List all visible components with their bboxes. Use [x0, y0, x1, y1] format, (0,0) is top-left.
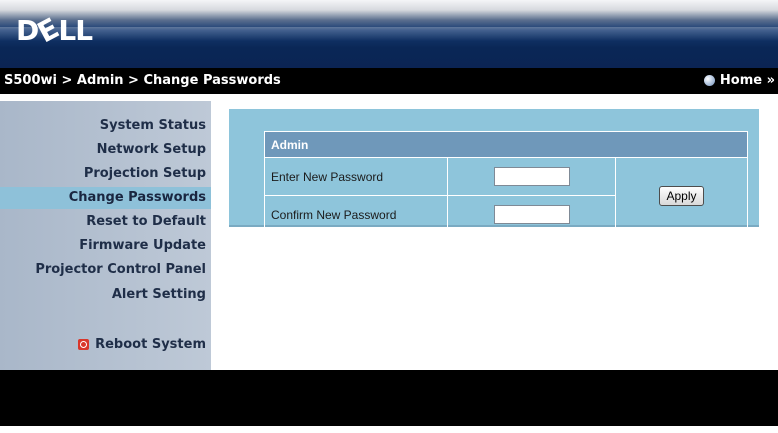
sidebar: System Status Network Setup Projection S…	[0, 101, 211, 370]
admin-password-table: Admin Enter New Password Apply Confirm N…	[264, 131, 748, 234]
confirm-password-label: Confirm New Password	[264, 195, 448, 234]
home-link[interactable]: Home »	[703, 73, 775, 88]
new-password-label: Enter New Password	[264, 157, 448, 196]
footer-bar	[0, 370, 778, 426]
admin-panel: Admin Enter New Password Apply Confirm N…	[229, 109, 759, 234]
dell-logo: DELL	[16, 11, 93, 50]
sidebar-item-system-status[interactable]: System Status	[100, 118, 206, 133]
main-content: Admin Enter New Password Apply Confirm N…	[211, 101, 778, 370]
banner-shine	[0, 27, 778, 41]
globe-icon	[703, 75, 715, 86]
sidebar-item-change-passwords[interactable]: Change Passwords	[0, 187, 211, 209]
confirm-password-cell	[447, 195, 616, 234]
sidebar-item-projection-setup[interactable]: Projection Setup	[84, 166, 206, 181]
sidebar-item-reset-to-default[interactable]: Reset to Default	[86, 214, 206, 229]
top-nav-bar: S500wi > Admin > Change Passwords Home »	[0, 68, 778, 94]
power-icon	[78, 339, 90, 350]
new-password-input[interactable]	[493, 167, 570, 186]
table-header: Admin	[264, 131, 748, 158]
spacer	[0, 94, 778, 101]
reboot-label: Reboot System	[95, 337, 206, 352]
apply-cell: Apply	[615, 157, 748, 234]
apply-button[interactable]: Apply	[659, 185, 704, 206]
bottom-margin	[0, 426, 778, 433]
confirm-password-input[interactable]	[493, 205, 570, 224]
sidebar-item-firmware-update[interactable]: Firmware Update	[79, 238, 206, 253]
sidebar-item-alert-setting[interactable]: Alert Setting	[112, 287, 206, 302]
reboot-system-button[interactable]: Reboot System	[78, 337, 206, 352]
new-password-cell	[447, 157, 616, 196]
home-label: Home »	[719, 73, 775, 88]
sidebar-item-network-setup[interactable]: Network Setup	[97, 142, 206, 157]
sidebar-item-projector-control-panel[interactable]: Projector Control Panel	[35, 262, 206, 277]
breadcrumb: S500wi > Admin > Change Passwords	[4, 73, 281, 88]
header-banner: DELL	[0, 0, 778, 68]
